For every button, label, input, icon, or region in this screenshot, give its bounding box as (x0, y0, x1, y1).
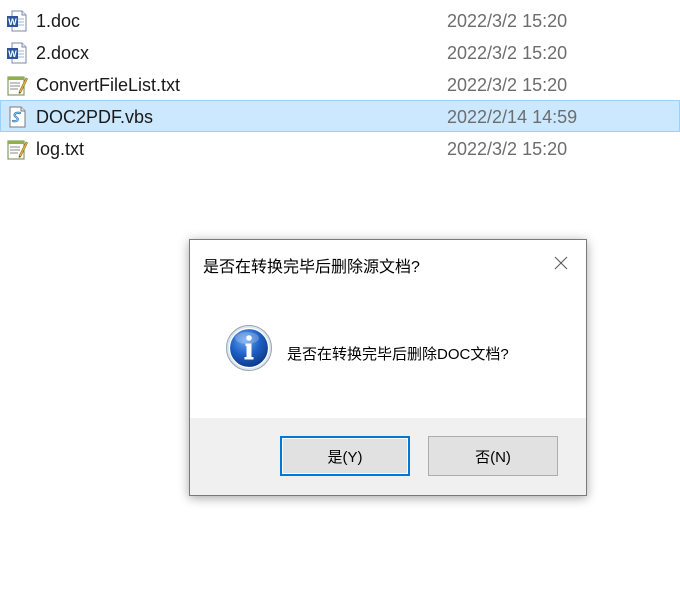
info-icon (226, 325, 272, 371)
message-dialog: 是否在转换完毕后删除源文档? 是否在转换完毕后删除DOC文档? 是(Y) 否(N… (189, 239, 587, 496)
file-row[interactable]: log.txt 2022/3/2 15:20 (0, 132, 680, 164)
file-date: 2022/3/2 15:20 (447, 11, 568, 31)
file-date: 2022/3/2 15:20 (447, 139, 568, 159)
file-row[interactable]: W 2.docx 2022/3/2 15:20 (0, 36, 680, 68)
dialog-body: 是否在转换完毕后删除DOC文档? (190, 288, 586, 418)
file-name: DOC2PDF.vbs (36, 107, 154, 127)
word-doc-icon: W (7, 42, 27, 64)
close-icon[interactable] (546, 249, 576, 277)
dialog-title: 是否在转换完毕后删除源文档? (203, 259, 420, 276)
no-button[interactable]: 否(N) (428, 436, 558, 476)
file-date: 2022/2/14 14:59 (447, 107, 578, 127)
svg-text:W: W (8, 17, 17, 27)
word-doc-icon: W (7, 10, 27, 32)
file-row[interactable]: ConvertFileList.txt 2022/3/2 15:20 (0, 68, 680, 100)
vbs-script-icon (9, 106, 26, 128)
dialog-message: 是否在转换完毕后删除DOC文档? (287, 346, 509, 363)
file-name: 1.doc (36, 11, 81, 31)
file-name: log.txt (36, 139, 85, 159)
file-row[interactable]: W 1.doc 2022/3/2 15:20 (0, 4, 680, 36)
yes-button[interactable]: 是(Y) (280, 436, 410, 476)
dialog-footer: 是(Y) 否(N) (190, 418, 586, 495)
file-name: ConvertFileList.txt (36, 75, 181, 95)
text-file-icon (7, 76, 28, 96)
file-row-selected[interactable]: DOC2PDF.vbs 2022/2/14 14:59 (0, 100, 680, 132)
file-name: 2.docx (36, 43, 90, 63)
text-file-icon (7, 140, 28, 160)
file-list: W 1.doc 2022/3/2 15:20 W 2.docx 2022/3/2… (0, 4, 680, 164)
svg-text:W: W (8, 49, 17, 59)
file-date: 2022/3/2 15:20 (447, 75, 568, 95)
file-date: 2022/3/2 15:20 (447, 43, 568, 63)
